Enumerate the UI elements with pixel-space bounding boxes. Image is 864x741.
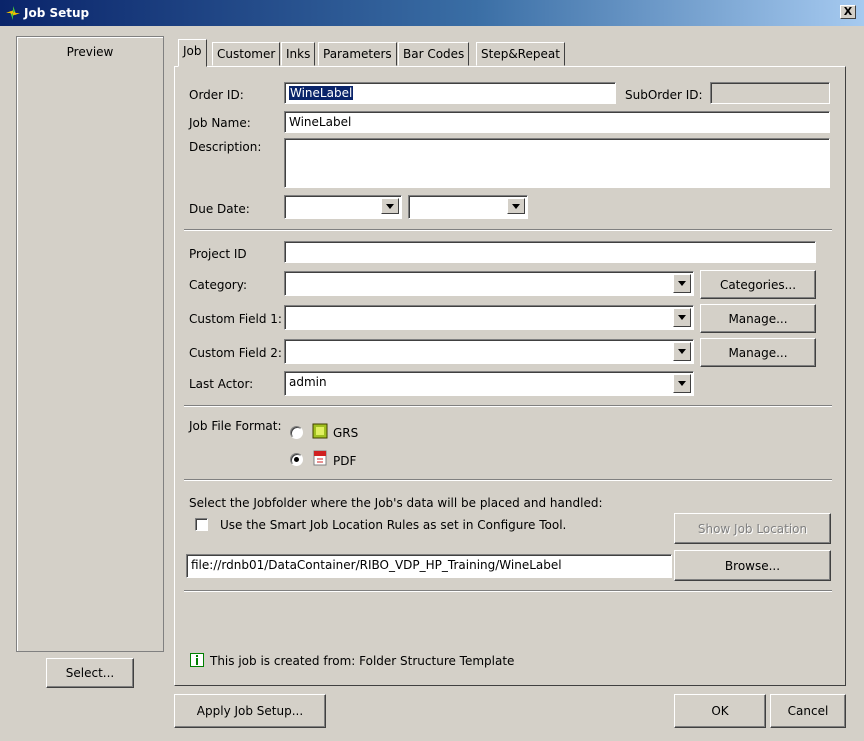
due-date-label: Due Date: — [189, 202, 250, 216]
job-name-field[interactable]: WineLabel — [284, 111, 830, 133]
apply-job-setup-button[interactable]: Apply Job Setup... — [174, 694, 326, 728]
due-date-combo[interactable] — [284, 195, 402, 219]
manage-button-1[interactable]: Manage... — [700, 304, 816, 333]
chevron-down-icon[interactable] — [673, 274, 691, 293]
select-button[interactable]: Select... — [46, 658, 134, 688]
app-icon — [6, 6, 20, 20]
last-actor-value: admin — [289, 375, 327, 389]
tab-step-repeat[interactable]: Step&Repeat — [476, 42, 565, 66]
chevron-down-icon[interactable] — [381, 198, 399, 214]
job-name-label: Job Name: — [189, 116, 251, 130]
category-label: Category: — [189, 278, 247, 292]
separator — [184, 229, 832, 231]
order-id-value: WineLabel — [289, 86, 354, 100]
browse-button[interactable]: Browse... — [674, 550, 831, 581]
last-actor-combo[interactable]: admin — [284, 371, 694, 396]
pdf-label: PDF — [333, 454, 357, 468]
grs-file-icon — [312, 423, 328, 439]
suborder-id-label: SubOrder ID: — [625, 88, 703, 102]
project-id-label: Project ID — [189, 247, 247, 261]
grs-label: GRS — [333, 426, 359, 440]
jobfolder-text: Select the Jobfolder where the Job's dat… — [189, 496, 603, 510]
category-combo[interactable] — [284, 271, 694, 296]
grs-radio[interactable] — [290, 426, 303, 439]
project-id-field[interactable] — [284, 241, 816, 263]
file-format-label: Job File Format: — [189, 419, 282, 433]
categories-button[interactable]: Categories... — [700, 270, 816, 299]
job-path-field[interactable]: file://rdnb01/DataContainer/RIBO_VDP_HP_… — [186, 554, 672, 578]
separator — [184, 590, 832, 592]
chevron-down-icon[interactable] — [673, 342, 691, 361]
suborder-id-field[interactable] — [710, 82, 830, 104]
tab-inks[interactable]: Inks — [281, 42, 316, 66]
last-actor-label: Last Actor: — [189, 377, 254, 391]
separator — [184, 405, 832, 407]
cancel-button[interactable]: Cancel — [770, 694, 846, 728]
chevron-down-icon[interactable] — [673, 374, 691, 393]
window-title: Job Setup — [24, 6, 90, 20]
info-icon — [190, 653, 204, 667]
description-field[interactable] — [284, 138, 830, 188]
custom-field-1-combo[interactable] — [284, 305, 694, 330]
tab-bar-codes[interactable]: Bar Codes — [398, 42, 470, 66]
ok-button[interactable]: OK — [674, 694, 766, 728]
tab-job[interactable]: Job — [178, 39, 207, 67]
tab-parameters[interactable]: Parameters — [318, 42, 397, 66]
order-id-label: Order ID: — [189, 88, 244, 102]
smart-rules-label: Use the Smart Job Location Rules as set … — [220, 518, 567, 532]
smart-rules-checkbox[interactable] — [195, 518, 208, 531]
preview-panel: Preview — [16, 36, 164, 652]
show-job-location-button[interactable]: Show Job Location — [674, 513, 831, 544]
custom-field-2-combo[interactable] — [284, 339, 694, 364]
title-bar: Job Setup X — [0, 0, 864, 26]
pdf-file-icon — [313, 450, 327, 466]
custom-field-2-label: Custom Field 2: — [189, 346, 282, 360]
due-time-combo[interactable] — [408, 195, 528, 219]
tab-customer[interactable]: Customer — [212, 42, 281, 66]
manage-button-2[interactable]: Manage... — [700, 338, 816, 367]
custom-field-1-label: Custom Field 1: — [189, 312, 282, 326]
order-id-field[interactable]: WineLabel — [284, 82, 616, 104]
preview-label: Preview — [66, 45, 114, 59]
separator — [184, 479, 832, 481]
description-label: Description: — [189, 140, 262, 154]
chevron-down-icon[interactable] — [673, 308, 691, 327]
chevron-down-icon[interactable] — [507, 198, 525, 214]
info-text: This job is created from: Folder Structu… — [210, 654, 515, 668]
pdf-radio[interactable] — [290, 453, 303, 466]
close-button[interactable]: X — [840, 5, 856, 19]
